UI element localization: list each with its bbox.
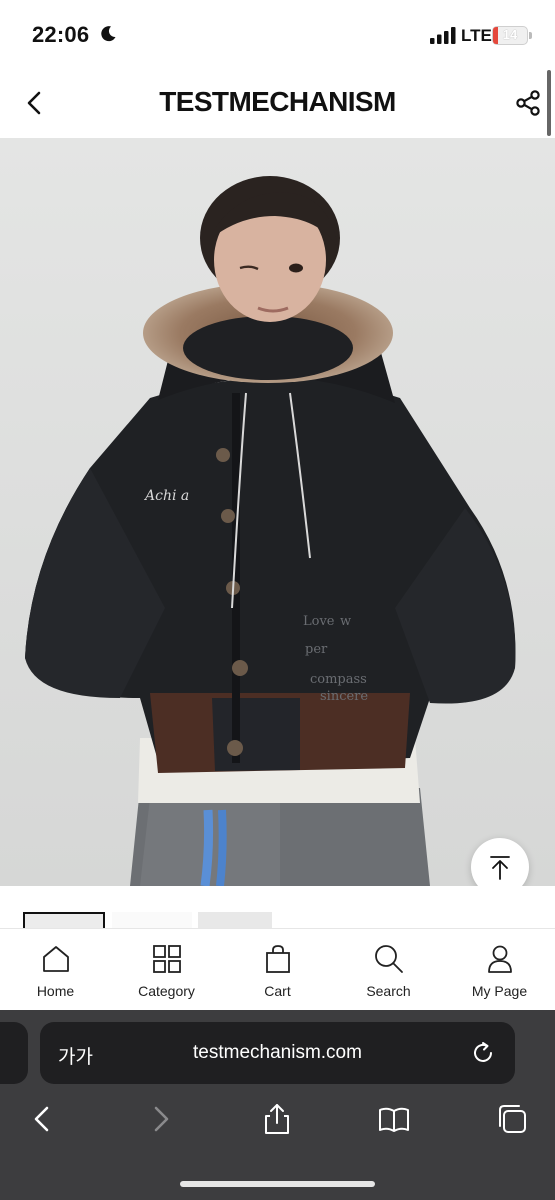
- arrow-up-to-top-icon: [490, 856, 510, 880]
- moon-icon: [101, 26, 116, 42]
- product-photo-illustration: Love w per compass sincere Achi a: [0, 138, 555, 886]
- home-icon: [42, 946, 69, 972]
- nav-item-my-page[interactable]: My Page: [444, 929, 555, 1010]
- user-icon: [487, 945, 512, 973]
- url-text[interactable]: testmechanism.com: [40, 1042, 515, 1064]
- nav-label-cart: Cart: [264, 983, 291, 999]
- svg-text:compass: compass: [310, 672, 367, 687]
- nav-item-cart[interactable]: Cart: [222, 929, 333, 1010]
- svg-text:w: w: [340, 614, 351, 629]
- status-bar: 22:06 LTE 14: [0, 0, 555, 70]
- nav-item-search[interactable]: Search: [333, 929, 444, 1010]
- previous-tab[interactable]: [0, 1022, 28, 1084]
- nav-item-category[interactable]: Category: [111, 929, 222, 1010]
- back-icon[interactable]: [25, 1102, 59, 1136]
- share-icon: [516, 90, 540, 116]
- battery-tip: [529, 32, 532, 39]
- tabs-icon[interactable]: [495, 1102, 529, 1136]
- shopping-bag-icon: [265, 945, 290, 973]
- network-type: LTE: [461, 26, 492, 45]
- app-header: TESTMECHANISM: [0, 70, 555, 138]
- battery-percent: 14: [502, 27, 518, 42]
- nav-label-home: Home: [36, 983, 75, 999]
- svg-text:per: per: [305, 642, 328, 657]
- home-indicator: [180, 1181, 375, 1187]
- bookmarks-icon[interactable]: [377, 1102, 411, 1136]
- search-icon: [374, 945, 403, 973]
- scroll-indicator: [547, 70, 551, 136]
- nav-label-category: Category: [138, 983, 195, 999]
- nav-label-search: Search: [366, 983, 411, 999]
- nav-label-my-page: My Page: [471, 983, 528, 999]
- svg-text:Achi a: Achi a: [143, 488, 189, 504]
- nav-item-home[interactable]: Home: [0, 929, 111, 1010]
- status-time: 22:06: [32, 22, 90, 47]
- bottom-nav: Home Category Cart Search My Page: [0, 928, 555, 1010]
- battery-icon: 14: [492, 26, 528, 45]
- address-bar[interactable]: 가가 testmechanism.com: [40, 1022, 515, 1084]
- signal-bars-icon: [430, 27, 456, 44]
- svg-text:Love: Love: [303, 614, 335, 629]
- thumbnail-strip: [0, 886, 555, 928]
- browser-chrome: 가가 testmechanism.com: [0, 1010, 555, 1200]
- thumbnail-3[interactable]: [198, 912, 272, 928]
- thumbnail-2[interactable]: [112, 912, 192, 928]
- share-button[interactable]: [511, 86, 545, 120]
- share-icon[interactable]: [260, 1102, 294, 1136]
- grid-icon: [152, 945, 181, 973]
- product-photo[interactable]: Love w per compass sincere Achi a: [0, 138, 555, 886]
- reload-icon[interactable]: [470, 1040, 496, 1066]
- page-title[interactable]: TESTMECHANISM: [0, 86, 555, 118]
- forward-icon[interactable]: [144, 1102, 178, 1136]
- thumbnail-1[interactable]: [23, 912, 105, 928]
- svg-text:sincere: sincere: [320, 689, 368, 704]
